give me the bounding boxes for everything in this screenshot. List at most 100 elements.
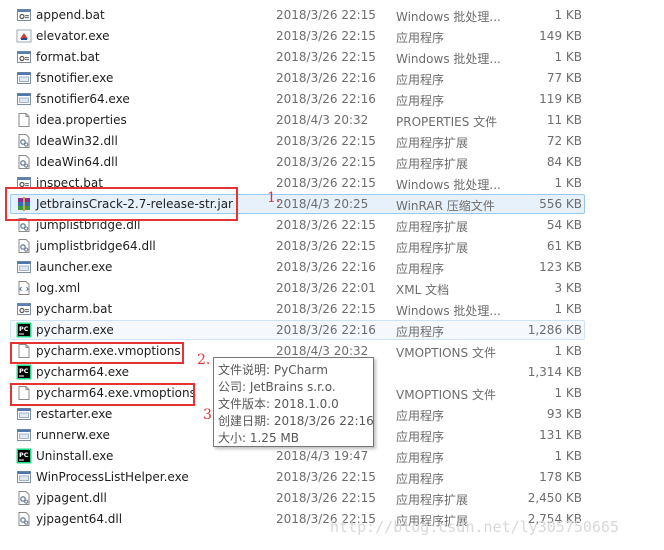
bat-file-icon — [16, 49, 32, 65]
annotation-label-2: 2. — [197, 352, 211, 368]
file-row[interactable]: IdeaWin64.dll 2018/3/26 22:15 应用程序扩展 84 KB — [0, 152, 664, 173]
exe-file-icon — [16, 427, 32, 443]
file-info-tooltip: 文件说明: PyCharm 公司: JetBrains s.r.o. 文件版本:… — [213, 357, 374, 447]
file-type: Windows 批处理... — [396, 178, 501, 192]
file-name: append.bat — [36, 8, 105, 22]
file-row[interactable]: jumplistbridge64.dll 2018/3/26 22:15 应用程序扩… — [0, 236, 664, 257]
file-row[interactable]: idea.properties 2018/4/3 20:32 PROPERTIES … — [0, 110, 664, 131]
annotation-box-vmoptions — [10, 342, 184, 364]
pycharm-app-icon: PC — [16, 364, 32, 380]
file-size: 123 KB — [539, 260, 582, 274]
file-date: 2018/3/26 22:15 — [276, 29, 376, 43]
tooltip-company: 公司: JetBrains s.r.o. — [218, 380, 336, 394]
tooltip-version: 文件版本: 2018.1.0.0 — [218, 397, 339, 411]
file-size: 1 KB — [554, 50, 582, 64]
file-name: yjpagent.dll — [36, 491, 107, 505]
file-size: 1 KB — [554, 176, 582, 190]
file-row[interactable]: PC pycharm.exe 2018/3/26 22:16 应用程序 1,286 KB — [0, 320, 664, 341]
file-name: pycharm.bat — [36, 302, 113, 316]
file-size: 1,314 KB — [527, 365, 582, 379]
file-type: 应用程序扩展 — [396, 241, 469, 255]
svg-text:PC: PC — [19, 451, 29, 459]
file-date: 2018/3/26 22:16 — [276, 92, 376, 106]
file-name: fsnotifier64.exe — [36, 92, 130, 106]
file-row[interactable]: format.bat 2018/3/26 22:15 Windows 批处理... 1… — [0, 47, 664, 68]
file-date: 2018/3/26 22:16 — [276, 260, 376, 274]
bat-file-icon — [16, 7, 32, 23]
svg-text:PC: PC — [19, 325, 29, 333]
file-name: IdeaWin64.dll — [36, 155, 118, 169]
annotation-label-1: 1. — [267, 190, 281, 206]
file-row[interactable]: fsnotifier.exe 2018/3/26 22:16 应用程序 77 KB — [0, 68, 664, 89]
file-type: 应用程序 — [396, 430, 445, 444]
elevator-app-icon — [16, 28, 32, 44]
file-type: VMOPTIONS 文件 — [396, 388, 496, 402]
file-type: Windows 批处理... — [396, 10, 501, 24]
file-type: Windows 批处理... — [396, 304, 501, 318]
file-type: 应用程序 — [396, 325, 445, 339]
file-type: 应用程序 — [396, 31, 445, 45]
dll-file-icon — [16, 490, 32, 506]
watermark: http://blog.csdn.net/ly305750665 — [330, 518, 619, 536]
file-size: 1 KB — [554, 344, 582, 358]
file-size: 84 KB — [546, 155, 582, 169]
file-size: 1 KB — [554, 302, 582, 316]
svg-text:PC: PC — [19, 367, 29, 375]
tooltip-created: 创建日期: 2018/3/26 22:16 — [218, 414, 374, 428]
file-row[interactable]: fsnotifier64.exe 2018/3/26 22:16 应用程序 119 K… — [0, 89, 664, 110]
dll-file-icon — [16, 133, 32, 149]
file-size: 556 KB — [539, 197, 582, 211]
file-name: Uninstall.exe — [36, 449, 114, 463]
blank-file-icon — [16, 112, 32, 128]
file-type: 应用程序扩展 — [396, 136, 469, 150]
file-row[interactable]: launcher.exe 2018/3/26 22:16 应用程序 123 KB — [0, 257, 664, 278]
file-size: 1 KB — [554, 386, 582, 400]
file-name: yjpagent64.dll — [36, 512, 123, 526]
file-row[interactable]: WinProcessListHelper.exe 2018/3/26 22:15 应… — [0, 467, 664, 488]
file-name: pycharm64.exe — [36, 365, 130, 379]
file-size: 54 KB — [546, 218, 582, 232]
file-type: PROPERTIES 文件 — [396, 115, 498, 129]
file-date: 2018/3/26 22:01 — [276, 281, 376, 295]
file-row[interactable]: PC Uninstall.exe 2018/4/3 19:47 应用程序 1 KB — [0, 446, 664, 467]
file-row[interactable]: IdeaWin32.dll 2018/3/26 22:15 应用程序扩展 72 KB — [0, 131, 664, 152]
file-type: 应用程序 — [396, 472, 445, 486]
pycharm-app-icon: PC — [16, 448, 32, 464]
file-size: 93 KB — [546, 407, 582, 421]
file-type: VMOPTIONS 文件 — [396, 346, 496, 360]
file-size: 1 KB — [554, 449, 582, 463]
file-size: 1,286 KB — [527, 323, 582, 337]
dll-file-icon — [16, 511, 32, 527]
file-type: 应用程序扩展 — [396, 220, 469, 234]
file-name: restarter.exe — [36, 407, 113, 421]
file-name: log.xml — [36, 281, 81, 295]
file-date: 2018/3/26 22:15 — [276, 8, 376, 22]
file-size: 149 KB — [539, 29, 582, 43]
file-name: pycharm.exe — [36, 323, 114, 337]
file-row[interactable]: elevator.exe 2018/3/26 22:15 应用程序 149 KB — [0, 26, 664, 47]
file-size: 61 KB — [546, 239, 582, 253]
file-row[interactable]: append.bat 2018/3/26 22:15 Windows 批处理... 1… — [0, 5, 664, 26]
file-row[interactable]: log.xml 2018/3/26 22:01 XML 文档 3 KB — [0, 278, 664, 299]
file-date: 2018/3/26 22:16 — [276, 323, 376, 337]
file-row[interactable]: yjpagent.dll 2018/3/26 22:15 应用程序扩展 2,450 K… — [0, 488, 664, 509]
tooltip-size: 大小: 1.25 MB — [218, 431, 299, 445]
file-date: 2018/4/3 20:32 — [276, 113, 369, 127]
file-date: 2018/3/26 22:15 — [276, 218, 376, 232]
dll-file-icon — [16, 154, 32, 170]
file-name: jumplistbridge64.dll — [36, 239, 156, 253]
exe-file-icon — [16, 91, 32, 107]
file-date: 2018/3/26 22:15 — [276, 302, 376, 316]
file-date: 2018/4/3 20:32 — [276, 344, 369, 358]
file-row[interactable]: pycharm.bat 2018/3/26 22:15 Windows 批处理...… — [0, 299, 664, 320]
file-type: 应用程序 — [396, 262, 445, 276]
tooltip-description: 文件说明: PyCharm — [218, 363, 328, 377]
file-date: 2018/3/26 22:15 — [276, 155, 376, 169]
file-name: elevator.exe — [36, 29, 110, 43]
pycharm-app-icon: PC — [16, 322, 32, 338]
exe-file-icon — [16, 469, 32, 485]
bat-file-icon — [16, 301, 32, 317]
file-type: Windows 批处理... — [396, 52, 501, 66]
file-name: fsnotifier.exe — [36, 71, 114, 85]
annotation-box-vmoptions64 — [10, 383, 195, 406]
